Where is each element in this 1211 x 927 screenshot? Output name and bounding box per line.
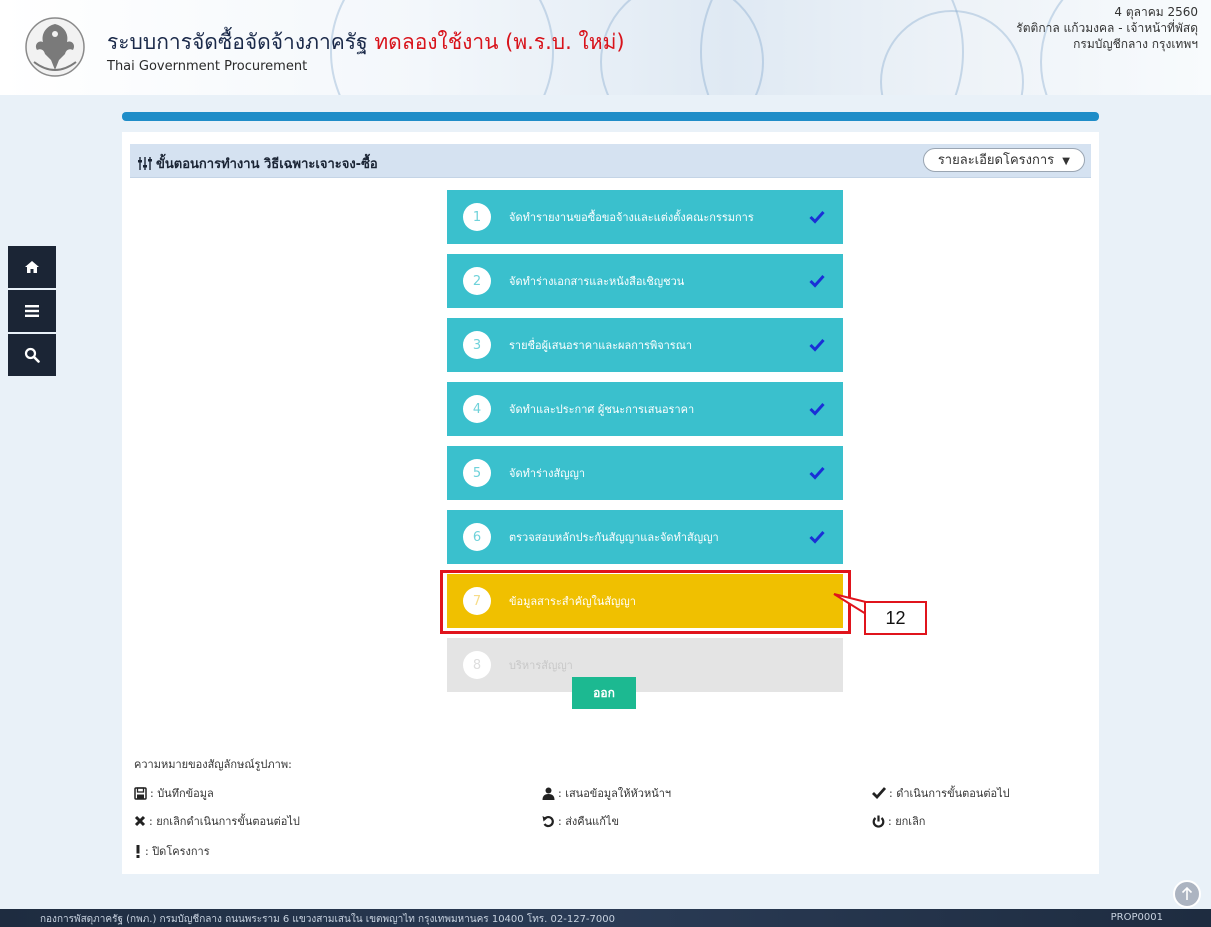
legend-close-text: : ปิดโครงการ: [145, 845, 210, 858]
legend-proceed-text: : ดำเนินการขั้นตอนต่อไป: [889, 787, 1010, 800]
exit-button[interactable]: ออก: [572, 677, 636, 709]
step-number: 1: [463, 203, 491, 231]
step-label: จัดทำรายงานขอซื้อขอจ้างและแต่งตั้งคณะกรร…: [509, 211, 754, 224]
legend-close: : ปิดโครงการ: [134, 842, 210, 860]
workflow-step-4[interactable]: 4 จัดทำและประกาศ ผู้ชนะการเสนอราคา: [447, 382, 843, 436]
step-number: 8: [463, 651, 491, 679]
step-label: ตรวจสอบหลักประกันสัญญาและจัดทำสัญญา: [509, 531, 719, 544]
undo-icon: [542, 815, 554, 827]
panel-title: ขั้นตอนการทำงาน วิธีเฉพาะเจาะจง-ซื้อ: [138, 153, 378, 174]
legend-save-text: : บันทึกข้อมูล: [150, 787, 214, 800]
step7-highlight-frame: [440, 570, 851, 634]
system-title: ระบบการจัดซื้อจัดจ้างภาครัฐ ทดลองใช้งาน …: [107, 26, 625, 59]
caret-down-icon: ▼: [1062, 156, 1070, 167]
panel-header: ขั้นตอนการทำงาน วิธีเฉพาะเจาะจง-ซื้อ ราย…: [130, 144, 1091, 178]
home-button[interactable]: [8, 246, 56, 288]
step-complete-check-icon: [809, 530, 825, 544]
legend-cancel: : ยกเลิก: [872, 812, 925, 830]
step-number: 6: [463, 523, 491, 551]
legend-proceed: : ดำเนินการขั้นตอนต่อไป: [872, 784, 1010, 802]
header-accent-bar: [122, 112, 1099, 121]
page-code: PROP0001: [1110, 912, 1163, 923]
sliders-icon: [138, 157, 152, 170]
legend-cancel-proceed: : ยกเลิกดำเนินการขั้นตอนต่อไป: [134, 812, 300, 830]
step-label: จัดทำร่างสัญญา: [509, 467, 586, 480]
workflow-step-8[interactable]: 8 บริหารสัญญา: [447, 638, 843, 692]
step-complete-check-icon: [809, 210, 825, 224]
project-details-button[interactable]: รายละเอียดโครงการ ▼: [922, 148, 1085, 172]
system-title-main: ระบบการจัดซื้อจัดจ้างภาครัฐ: [107, 30, 368, 54]
system-subtitle: Thai Government Procurement: [107, 59, 308, 74]
footer-address: กองการพัสดุภาครัฐ (กพภ.) กรมบัญชีกลาง ถน…: [40, 914, 615, 925]
legend-submit-text: : เสนอข้อมูลให้หัวหน้าฯ: [558, 787, 672, 800]
user-info: 4 ตุลาคม 2560 รัตติกาล แก้วมงคล - เจ้าหน…: [1016, 4, 1198, 52]
header: ระบบการจัดซื้อจัดจ้างภาครัฐ ทดลองใช้งาน …: [0, 0, 1211, 95]
workflow-step-6[interactable]: 6 ตรวจสอบหลักประกันสัญญาและจัดทำสัญญา: [447, 510, 843, 564]
garuda-emblem-logo: [25, 17, 85, 77]
step-number: 5: [463, 459, 491, 487]
callout-label: 12: [864, 601, 927, 635]
system-title-trial: ทดลองใช้งาน (พ.ร.บ. ใหม่): [374, 30, 625, 54]
legend-title: ความหมายของสัญลักษณ์รูปภาพ:: [134, 758, 292, 771]
save-icon: [134, 786, 147, 800]
legend-submit: : เสนอข้อมูลให้หัวหน้าฯ: [542, 784, 671, 802]
workflow-step-5[interactable]: 5 จัดทำร่างสัญญา: [447, 446, 843, 500]
workflow-step-1[interactable]: 1 จัดทำรายงานขอซื้อขอจ้างและแต่งตั้งคณะกร…: [447, 190, 843, 244]
user-department: กรมบัญชีกลาง กรุงเทพฯ: [1073, 37, 1198, 51]
user-icon: [542, 787, 555, 800]
footer: กองการพัสดุภาครัฐ (กพภ.) กรมบัญชีกลาง ถน…: [0, 909, 1211, 927]
legend-return: : ส่งคืนแก้ไข: [542, 812, 619, 830]
step-number: 3: [463, 331, 491, 359]
user-name: รัตติกาล แก้วมงคล - เจ้าหน้าที่พัสดุ: [1016, 21, 1198, 35]
workflow-step-2[interactable]: 2 จัดทำร่างเอกสารและหนังสือเชิญชวน: [447, 254, 843, 308]
step-complete-check-icon: [809, 402, 825, 416]
arrow-up-icon: [1181, 887, 1193, 900]
step-label: จัดทำและประกาศ ผู้ชนะการเสนอราคา: [509, 403, 695, 416]
step-complete-check-icon: [809, 338, 825, 352]
search-icon: [24, 347, 40, 363]
step-label: บริหารสัญญา: [509, 659, 573, 672]
legend-cancel-text: : ยกเลิก: [888, 815, 926, 828]
menu-icon: [25, 305, 39, 317]
current-date: 4 ตุลาคม 2560: [1114, 5, 1198, 19]
menu-button[interactable]: [8, 290, 56, 332]
times-icon: [134, 815, 146, 827]
scroll-to-top-button[interactable]: [1173, 880, 1201, 908]
panel-title-text: ขั้นตอนการทำงาน วิธีเฉพาะเจาะจง-ซื้อ: [156, 157, 378, 172]
search-button[interactable]: [8, 334, 56, 376]
legend-return-text: : ส่งคืนแก้ไข: [558, 815, 619, 828]
project-details-label: รายละเอียดโครงการ: [937, 153, 1055, 168]
power-icon: [872, 815, 885, 828]
step-complete-check-icon: [809, 274, 825, 288]
home-icon: [25, 261, 39, 273]
step-label: จัดทำร่างเอกสารและหนังสือเชิญชวน: [509, 275, 685, 288]
step-label: รายชื่อผู้เสนอราคาและผลการพิจารณา: [509, 339, 693, 352]
legend-save: : บันทึกข้อมูล: [134, 784, 214, 802]
step-complete-check-icon: [809, 466, 825, 480]
legend-cancel-proceed-text: : ยกเลิกดำเนินการขั้นตอนต่อไป: [149, 815, 300, 828]
step-number: 2: [463, 267, 491, 295]
workflow-step-3[interactable]: 3 รายชื่อผู้เสนอราคาและผลการพิจารณา: [447, 318, 843, 372]
checkmark-icon: [872, 787, 886, 799]
exclamation-icon: [136, 844, 140, 858]
step-number: 4: [463, 395, 491, 423]
